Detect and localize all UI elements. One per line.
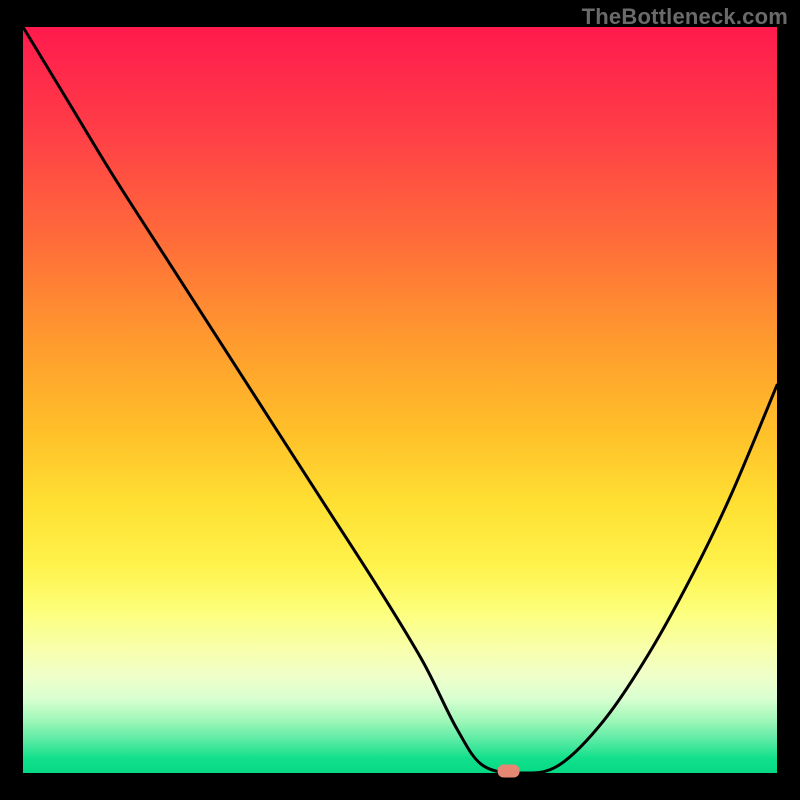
chart-frame: TheBottleneck.com xyxy=(0,0,800,800)
bottleneck-curve xyxy=(23,27,777,773)
watermark-text: TheBottleneck.com xyxy=(582,4,788,30)
curve-layer xyxy=(23,27,777,773)
minimum-marker xyxy=(498,765,520,778)
